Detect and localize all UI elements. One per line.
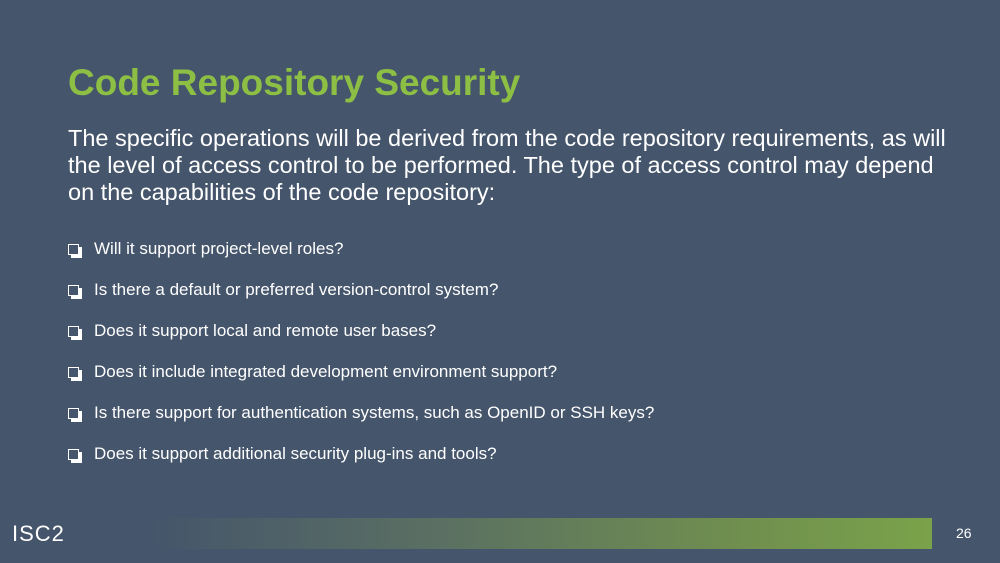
checkbox-icon <box>68 407 82 422</box>
slide: Code Repository Security The specific op… <box>0 0 1000 563</box>
checklist-item-text: Is there support for authentication syst… <box>94 402 655 422</box>
checkbox-icon <box>68 325 82 340</box>
checklist-item: Does it include integrated development e… <box>68 351 654 392</box>
checklist-item: Does it support local and remote user ba… <box>68 310 654 351</box>
checkbox-icon <box>68 284 82 299</box>
checkbox-icon <box>68 243 82 258</box>
footer-gradient-bar <box>150 518 932 549</box>
checkbox-icon <box>68 448 82 463</box>
checkbox-icon <box>68 366 82 381</box>
checklist-item-text: Will it support project-level roles? <box>94 238 344 258</box>
slide-title: Code Repository Security <box>68 62 521 103</box>
page-number: 26 <box>956 525 972 541</box>
checklist-item: Is there support for authentication syst… <box>68 392 654 433</box>
checklist-item: Will it support project-level roles? <box>68 228 654 269</box>
checklist-item-text: Does it support local and remote user ba… <box>94 320 437 340</box>
checklist-item-text: Is there a default or preferred version-… <box>94 279 499 299</box>
checklist: Will it support project-level roles? Is … <box>68 228 654 474</box>
checklist-item: Does it support additional security plug… <box>68 433 654 474</box>
checklist-item-text: Does it include integrated development e… <box>94 361 558 381</box>
checklist-item-text: Does it support additional security plug… <box>94 443 497 463</box>
intro-paragraph: The specific operations will be derived … <box>68 125 946 205</box>
isc2-logo: ISC2 <box>12 521 65 546</box>
checklist-item: Is there a default or preferred version-… <box>68 269 654 310</box>
